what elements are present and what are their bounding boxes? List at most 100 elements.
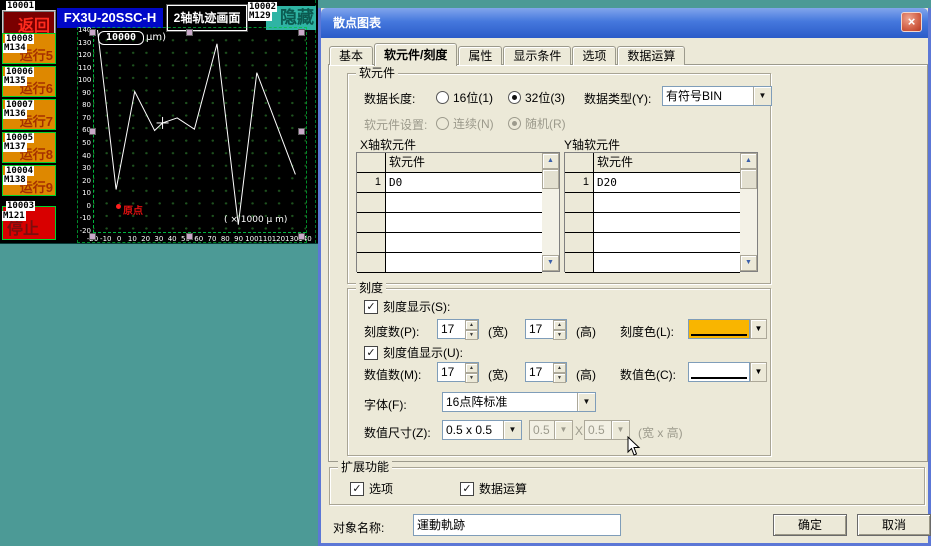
scale-height-spinner[interactable]: 17▲▼	[525, 319, 567, 339]
y-axis-device-table[interactable]: 软元件1D20▲▼	[564, 152, 758, 272]
scale-color-dropdown-icon[interactable]: ▼	[750, 319, 767, 339]
table-row	[565, 193, 740, 213]
value-height-spinner[interactable]: 17▲▼	[525, 362, 567, 382]
font-value: 16点阵标准	[443, 393, 577, 411]
data-operation-checkbox[interactable]: ✓数据运算	[460, 480, 527, 497]
selection-handle[interactable]	[89, 29, 96, 36]
tab-4[interactable]: 显示条件	[503, 46, 571, 65]
device-setting-label: 软元件设置:	[364, 116, 427, 133]
value-size-label: 数值尺寸(Z):	[364, 424, 431, 441]
run-button-8[interactable]: 10005M137运行8	[2, 132, 56, 163]
spin-up-icon[interactable]: ▲	[553, 320, 566, 330]
scale-width-spinner[interactable]: 17▲▼	[437, 319, 479, 339]
hmi-screen-canvas[interactable]: 10001 返回 FX3U-20SSC-H 2轴轨迹画面 10002 M129 …	[0, 0, 318, 244]
spin-up-icon[interactable]: ▲	[553, 363, 566, 373]
tab-1[interactable]: 基本	[329, 46, 373, 65]
scroll-up-icon[interactable]: ▲	[740, 153, 757, 169]
scatter-chart-object[interactable]: 10000 μm) ( × 1000 μ m) 原点 -20-100102030…	[77, 27, 307, 243]
font-combobox[interactable]: 16点阵标准▼	[442, 392, 596, 412]
tab-5[interactable]: 选项	[572, 46, 616, 65]
value-color-swatch[interactable]	[688, 362, 750, 382]
value-color-dropdown-icon[interactable]: ▼	[750, 362, 767, 382]
data-length-label: 数据长度:	[364, 90, 415, 107]
device-cell[interactable]	[386, 193, 542, 213]
scale-value-display-checkbox[interactable]: ✓刻度值显示(U):	[364, 344, 463, 361]
selection-handle[interactable]	[89, 128, 96, 135]
scroll-down-icon[interactable]: ▼	[740, 255, 757, 271]
device-cell[interactable]	[594, 233, 740, 253]
table-header-row: 软元件	[357, 153, 542, 173]
spinner-buttons[interactable]: ▲▼	[465, 363, 478, 381]
scroll-down-icon[interactable]: ▼	[542, 255, 559, 271]
scale-display-checkbox[interactable]: ✓刻度显示(S):	[364, 298, 450, 315]
run-button-7[interactable]: 10007M136运行7	[2, 99, 56, 130]
spin-down-icon[interactable]: ▼	[553, 330, 566, 340]
device-cell[interactable]	[386, 253, 542, 273]
device-cell[interactable]	[386, 213, 542, 233]
spin-up-icon[interactable]: ▲	[465, 363, 478, 373]
dialog-title: 散点图表	[333, 16, 381, 30]
x-axis-device-table[interactable]: 软元件1D0▲▼	[356, 152, 560, 272]
tab-6[interactable]: 数据运算	[617, 46, 685, 65]
return-button-label: 返回	[18, 12, 50, 36]
device-cell[interactable]	[594, 253, 740, 273]
object-name-input[interactable]: 運動軌跡	[413, 514, 621, 536]
table-row: 1D0	[357, 173, 542, 193]
scroll-up-icon[interactable]: ▲	[542, 153, 559, 169]
spinner-buttons[interactable]: ▲▼	[553, 320, 566, 338]
data-type-combobox[interactable]: 有符号BIN ▼	[662, 86, 772, 106]
spinner-buttons[interactable]: ▲▼	[553, 363, 566, 381]
selection-handle[interactable]	[298, 128, 305, 135]
tab-2[interactable]: 软元件/刻度	[374, 43, 457, 66]
extended-function-title: 扩展功能	[338, 460, 392, 474]
device-label: M121	[2, 211, 26, 221]
close-icon[interactable]: ×	[901, 12, 922, 32]
device-cell[interactable]: D20	[594, 173, 740, 193]
value-width-spinner[interactable]: 17▲▼	[437, 362, 479, 382]
radio-16bit[interactable]: 16位(1)	[436, 89, 493, 106]
spin-down-icon[interactable]: ▼	[465, 330, 478, 340]
chevron-down-icon[interactable]: ▼	[753, 87, 771, 105]
run-button-9[interactable]: 10004M138运行9	[2, 165, 56, 196]
device-label: M135	[3, 76, 27, 86]
chevron-down-icon[interactable]: ▼	[577, 393, 595, 411]
scale-color-swatch[interactable]	[688, 319, 750, 339]
scale-display-label: 刻度显示(S):	[383, 298, 450, 315]
scrollbar[interactable]: ▲▼	[542, 153, 559, 271]
device-cell[interactable]	[594, 213, 740, 233]
spin-down-icon[interactable]: ▼	[465, 373, 478, 383]
value-size-combobox[interactable]: 0.5 x 0.5▼	[442, 420, 522, 440]
spinner-buttons[interactable]: ▲▼	[465, 320, 478, 338]
radio-32bit[interactable]: 32位(3)	[508, 89, 565, 106]
cancel-button[interactable]: 取消	[857, 514, 931, 536]
spin-down-icon[interactable]: ▼	[553, 373, 566, 383]
radio-16bit-label: 16位(1)	[453, 89, 493, 106]
size-width-value: 0.5	[530, 421, 554, 439]
run-button-5[interactable]: 10008M134运行5	[2, 33, 56, 64]
selection-handle[interactable]	[89, 233, 96, 240]
selection-handle[interactable]	[298, 29, 305, 36]
selection-handle[interactable]	[186, 233, 193, 240]
scrollbar[interactable]: ▲▼	[740, 153, 757, 271]
tab-3[interactable]: 属性	[458, 46, 502, 65]
spin-up-icon[interactable]: ▲	[465, 320, 478, 330]
ok-button[interactable]: 确定	[773, 514, 847, 536]
run-button-6[interactable]: 10006M135运行6	[2, 66, 56, 97]
device-label: M129	[248, 11, 272, 21]
device-groupbox: 软元件 数据长度: 16位(1) 32位(3) 数据类型(Y): 有符号BIN …	[347, 73, 771, 284]
scale-group-title: 刻度	[356, 281, 386, 295]
option-checkbox[interactable]: ✓选项	[350, 480, 393, 497]
radio-random: 随机(R)	[508, 115, 566, 132]
chevron-down-icon[interactable]: ▼	[503, 421, 521, 439]
device-cell[interactable]	[594, 193, 740, 213]
table-row	[357, 213, 542, 233]
dialog-titlebar[interactable]: 散点图表 ×	[321, 8, 928, 38]
selection-handle[interactable]	[298, 233, 305, 240]
device-label: M137	[3, 142, 27, 152]
scroll-thumb[interactable]	[542, 169, 559, 189]
selection-handle[interactable]	[186, 29, 193, 36]
table-row	[357, 253, 542, 273]
scroll-thumb[interactable]	[740, 169, 757, 189]
device-cell[interactable]: D0	[386, 173, 542, 193]
device-cell[interactable]	[386, 233, 542, 253]
